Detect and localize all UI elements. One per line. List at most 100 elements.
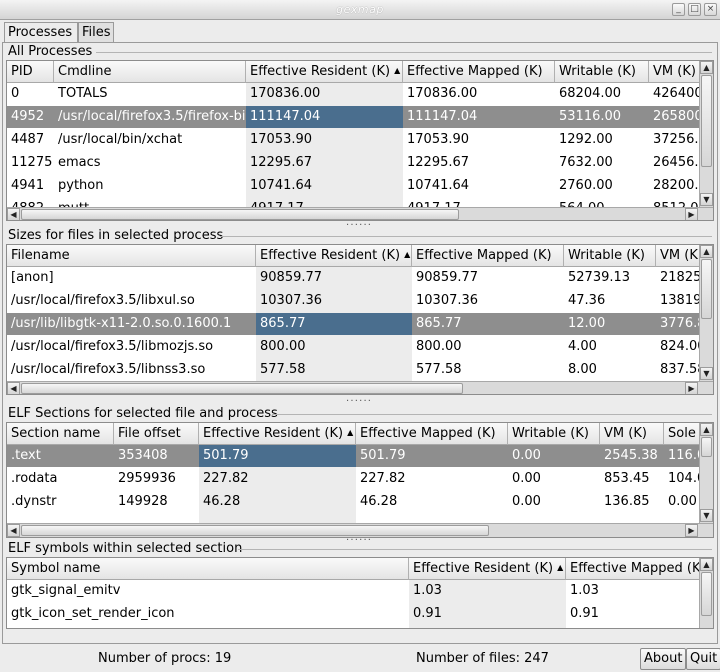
table-cell[interactable]: 265800 <box>649 106 699 128</box>
table-cell[interactable]: 1292.00 <box>555 129 649 151</box>
files-table[interactable]: Filename Effective Resident (K) ▲ Effecti… <box>6 244 714 395</box>
table-cell[interactable]: 17053.90 <box>403 129 555 151</box>
col-header-effective-mapped[interactable]: Effective Mapped (K) <box>356 423 508 445</box>
arrow-down-icon[interactable]: ▼ <box>700 509 713 522</box>
close-icon[interactable]: × <box>704 3 717 16</box>
table-cell[interactable]: .dynstr <box>7 491 114 513</box>
table-cell[interactable]: 800.00 <box>412 336 564 358</box>
table-cell[interactable]: 37256.0 <box>649 129 699 151</box>
table-cell[interactable]: 2959936 <box>114 468 199 490</box>
vertical-scrollbar[interactable]: ▲ ▼ <box>699 61 713 207</box>
table-cell[interactable]: 865.77 <box>412 313 564 335</box>
table-cell[interactable]: 1.03 <box>566 580 699 602</box>
vertical-scrollbar[interactable]: ▲ ▼ <box>699 423 713 523</box>
table-cell[interactable]: 111147.04 <box>403 106 555 128</box>
table-cell[interactable]: 4941 <box>7 175 54 197</box>
table-cell[interactable]: 170836.00 <box>246 83 403 105</box>
table-cell[interactable]: .text <box>7 445 114 467</box>
col-header-writable[interactable]: Writable (K) <box>555 61 649 83</box>
scroll-thumb[interactable] <box>701 437 712 457</box>
table-cell[interactable]: 12295.67 <box>403 152 555 174</box>
table-cell[interactable]: 53116.00 <box>555 106 649 128</box>
table-cell[interactable]: 824.00 <box>656 336 699 358</box>
table-cell[interactable]: 90859.77 <box>412 267 564 289</box>
table-cell[interactable]: 8.00 <box>564 359 656 381</box>
table-cell[interactable]: 0.00 <box>664 491 699 513</box>
vertical-scrollbar[interactable]: ▲ <box>699 558 713 628</box>
col-header-effective-resident[interactable]: Effective Resident (K) ▲ <box>256 245 412 267</box>
table-cell[interactable]: 10741.64 <box>246 175 403 197</box>
arrow-up-icon[interactable]: ▲ <box>700 245 713 258</box>
table-cell[interactable]: 837.58 <box>656 359 699 381</box>
table-cell[interactable]: .rodata <box>7 468 114 490</box>
col-header-writable[interactable]: Writable (K) <box>508 423 600 445</box>
vertical-scrollbar[interactable]: ▲ ▼ <box>699 245 713 381</box>
arrow-down-icon[interactable]: ▼ <box>700 367 713 380</box>
arrow-up-icon[interactable]: ▲ <box>700 423 713 436</box>
table-cell[interactable]: 10741.64 <box>403 175 555 197</box>
table-cell[interactable]: gtk_icon_set_render_icon <box>7 603 409 625</box>
col-header-effective-resident[interactable]: Effective Resident (K) ▲ <box>199 423 356 445</box>
table-cell[interactable]: 10307.36 <box>256 290 412 312</box>
col-header-symbol-name[interactable]: Symbol name <box>7 558 409 580</box>
arrow-left-icon[interactable]: ◀ <box>7 208 20 220</box>
col-header-effective-mapped[interactable]: Effective Mapped (K) <box>566 558 701 580</box>
about-button[interactable]: About <box>640 648 687 670</box>
table-cell[interactable]: 7632.00 <box>555 152 649 174</box>
arrow-up-icon[interactable]: ▲ <box>700 61 713 74</box>
col-header-effective-resident[interactable]: Effective Resident (K) ▲ <box>246 61 403 83</box>
processes-table[interactable]: PID Cmdline Effective Resident (K) ▲ Effe… <box>6 60 714 221</box>
col-header-pid[interactable]: PID <box>7 61 54 83</box>
window-titlebar[interactable]: gexmap _ □ × <box>0 0 720 20</box>
table-cell[interactable]: 46.28 <box>199 491 356 513</box>
col-header-vm[interactable]: VM (K) <box>600 423 664 445</box>
table-cell[interactable]: 136.85 <box>600 491 664 513</box>
table-cell[interactable]: /usr/local/firefox3.5/libmozjs.so <box>7 336 256 358</box>
table-cell[interactable]: 21825 <box>656 267 699 289</box>
symbols-table[interactable]: Symbol name Effective Resident (K) ▲ Effe… <box>6 557 714 629</box>
table-cell[interactable]: 28200.0 <box>649 175 699 197</box>
arrow-up-icon[interactable]: ▲ <box>700 558 713 571</box>
col-header-vm[interactable]: VM (K) <box>649 61 701 83</box>
table-cell[interactable]: 227.82 <box>199 468 356 490</box>
table-cell[interactable]: 501.79 <box>199 445 356 467</box>
table-cell[interactable]: 0 <box>7 83 54 105</box>
scroll-thumb[interactable] <box>701 75 712 167</box>
table-cell[interactable]: 865.77 <box>256 313 412 335</box>
tab-files[interactable]: Files <box>78 22 114 43</box>
table-cell[interactable]: 10307.36 <box>412 290 564 312</box>
table-cell[interactable]: 0.91 <box>566 603 699 625</box>
table-cell[interactable]: 2545.38 <box>600 445 664 467</box>
scroll-thumb[interactable] <box>701 259 712 319</box>
table-cell[interactable]: 501.79 <box>356 445 508 467</box>
scroll-thumb[interactable] <box>701 572 712 616</box>
table-cell[interactable]: 2760.00 <box>555 175 649 197</box>
minimize-icon[interactable]: _ <box>672 3 685 16</box>
table-cell[interactable]: 0.00 <box>508 445 600 467</box>
col-header-filename[interactable]: Filename <box>7 245 256 267</box>
col-header-vm[interactable]: VM (K) <box>656 245 701 267</box>
table-cell[interactable]: 577.58 <box>412 359 564 381</box>
horizontal-scrollbar[interactable]: ◀ ▶ <box>7 207 713 220</box>
arrow-right-icon[interactable]: ▶ <box>685 524 698 537</box>
table-cell[interactable]: TOTALS <box>54 83 246 105</box>
maximize-icon[interactable]: □ <box>688 3 701 16</box>
scroll-thumb[interactable] <box>21 383 463 394</box>
col-header-cmdline[interactable]: Cmdline <box>54 61 246 83</box>
table-cell[interactable]: /usr/local/firefox3.5/libxul.so <box>7 290 256 312</box>
table-cell[interactable]: 3776.8 <box>656 313 699 335</box>
scroll-thumb[interactable] <box>21 525 489 536</box>
table-cell[interactable]: 353408 <box>114 445 199 467</box>
table-cell[interactable]: 12.00 <box>564 313 656 335</box>
table-cell[interactable]: 111147.04 <box>246 106 403 128</box>
table-cell[interactable]: 52739.13 <box>564 267 656 289</box>
col-header-section-name[interactable]: Section name <box>7 423 114 445</box>
table-cell[interactable]: 26456.0 <box>649 152 699 174</box>
table-cell[interactable]: 800.00 <box>256 336 412 358</box>
table-cell[interactable]: 13819 <box>656 290 699 312</box>
table-cell[interactable]: 170836.00 <box>403 83 555 105</box>
table-cell[interactable]: 1.03 <box>409 580 566 602</box>
table-cell[interactable]: 426400 <box>649 83 699 105</box>
table-cell[interactable]: 47.36 <box>564 290 656 312</box>
table-cell[interactable]: /usr/local/firefox3.5/firefox-bin <box>54 106 246 128</box>
